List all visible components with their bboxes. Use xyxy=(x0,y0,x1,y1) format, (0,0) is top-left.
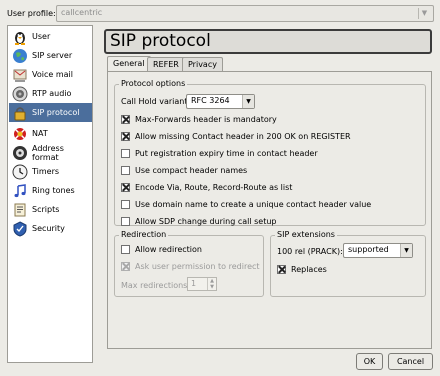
sidebar-item-voice-mail[interactable]: Voice mail xyxy=(9,65,92,84)
protocol-options-group: Protocol options Call Hold variant: RFC … xyxy=(114,79,426,226)
call-hold-label: Call Hold variant: xyxy=(121,97,191,106)
voicemail-icon xyxy=(11,66,28,83)
sidebar-item-label: SIP protocol xyxy=(32,108,80,117)
sidebar-item-label: SIP server xyxy=(32,51,73,60)
sdp-change-checkbox[interactable]: Allow SDP change during call setup xyxy=(121,217,277,226)
checkbox-label: Use domain name to create a unique conta… xyxy=(135,200,372,209)
sidebar-item-security[interactable]: Security xyxy=(9,219,92,238)
clock-icon xyxy=(11,163,28,180)
checkbox-box xyxy=(121,262,130,271)
checkbox-box xyxy=(121,200,130,209)
checkbox-box xyxy=(121,149,130,158)
globe-icon xyxy=(11,47,28,64)
tab-privacy[interactable]: Privacy xyxy=(182,57,223,72)
missing-contact-checkbox[interactable]: Allow missing Contact header in 200 OK o… xyxy=(121,132,351,141)
tab-label: General xyxy=(113,59,145,68)
general-tab-page: Protocol options Call Hold variant: RFC … xyxy=(107,71,432,349)
replaces-checkbox[interactable]: Replaces xyxy=(277,265,327,274)
max-redirections-value: 1 xyxy=(191,279,197,288)
checkbox-box xyxy=(121,217,130,226)
checkbox-label: Replaces xyxy=(291,265,327,274)
checkbox-label: Allow missing Contact header in 200 OK o… xyxy=(135,132,351,141)
shield-icon xyxy=(11,220,28,237)
sidebar-item-user[interactable]: User xyxy=(9,27,92,46)
sidebar-item-label: Address format xyxy=(32,143,64,162)
checkbox-label: Use compact header names xyxy=(135,166,248,175)
sidebar-item-label: Voice mail xyxy=(32,70,73,79)
max-redirections-spinbox[interactable]: 1 ▲ ▼ xyxy=(187,277,217,291)
sidebar-item-label: Timers xyxy=(32,167,60,176)
checkbox-box xyxy=(121,115,130,124)
compact-headers-checkbox[interactable]: Use compact header names xyxy=(121,166,247,175)
sidebar-item-label: Security xyxy=(32,224,65,233)
redirection-group: Redirection Allow redirection Ask user p… xyxy=(114,230,264,297)
sidebar-item-sip-protocol[interactable]: SIP protocol xyxy=(9,103,92,122)
tab-general[interactable]: General xyxy=(107,56,151,72)
chevron-down-icon: ▼ xyxy=(400,244,412,257)
nat-icon xyxy=(11,125,28,142)
tab-refer[interactable]: REFER xyxy=(147,57,185,72)
spin-arrows-icon: ▲ ▼ xyxy=(207,278,216,290)
music-note-icon xyxy=(11,182,28,199)
user-profile-combo[interactable]: callcentric ▼ xyxy=(56,5,434,22)
tab-label: Privacy xyxy=(188,60,217,69)
user-icon xyxy=(11,28,28,45)
chevron-down-icon: ▼ xyxy=(418,8,430,19)
checkbox-box xyxy=(121,166,130,175)
protocol-options-title: Protocol options xyxy=(119,79,188,88)
checkbox-label: Allow redirection xyxy=(135,245,202,254)
encode-via-list-checkbox[interactable]: Encode Via, Route, Record-Route as list xyxy=(121,183,292,192)
checkbox-label: Encode Via, Route, Record-Route as list xyxy=(135,183,293,192)
max-redirections-label: Max redirections: xyxy=(121,281,191,290)
page-title: SIP protocol xyxy=(104,29,432,54)
checkbox-label: Put registration expiry time in contact … xyxy=(135,149,318,158)
sidebar-item-label: RTP audio xyxy=(32,89,72,98)
chevron-down-icon: ▼ xyxy=(242,95,254,108)
checkbox-label: Ask user permission to redirect xyxy=(135,262,260,271)
domain-name-contact-checkbox[interactable]: Use domain name to create a unique conta… xyxy=(121,200,371,209)
category-sidebar: User SIP server Voice mail RTP audio SIP… xyxy=(7,25,93,363)
cancel-button[interactable]: Cancel xyxy=(388,353,433,370)
sidebar-item-label: Ring tones xyxy=(32,186,75,195)
sidebar-item-sip-server[interactable]: SIP server xyxy=(9,46,92,65)
max-forwards-checkbox[interactable]: Max-Forwards header is mandatory xyxy=(121,115,277,124)
sidebar-item-ring-tones[interactable]: Ring tones xyxy=(9,181,92,200)
script-icon xyxy=(11,201,28,218)
sidebar-item-nat[interactable]: NAT xyxy=(9,124,92,143)
checkbox-box xyxy=(121,132,130,141)
user-profile-label: User profile: xyxy=(7,9,56,18)
sidebar-item-timers[interactable]: Timers xyxy=(9,162,92,181)
sidebar-item-label: Scripts xyxy=(32,205,60,214)
checkbox-label: Max-Forwards header is mandatory xyxy=(135,115,277,124)
sidebar-item-scripts[interactable]: Scripts xyxy=(9,200,92,219)
phone-icon xyxy=(11,144,28,161)
sip-extensions-group: SIP extensions 100 rel (PRACK): supporte… xyxy=(270,230,426,297)
checkbox-box xyxy=(277,265,286,274)
registration-expiry-checkbox[interactable]: Put registration expiry time in contact … xyxy=(121,149,318,158)
checkbox-box xyxy=(121,245,130,254)
checkbox-box xyxy=(121,183,130,192)
rel-prack-label: 100 rel (PRACK): xyxy=(277,247,343,256)
rel-prack-select[interactable]: supported ▼ xyxy=(343,243,413,258)
user-profile-value: callcentric xyxy=(61,8,103,17)
redirection-title: Redirection xyxy=(119,230,169,239)
ok-button[interactable]: OK xyxy=(356,353,383,370)
rel-prack-value: supported xyxy=(348,245,389,254)
ask-permission-checkbox[interactable]: Ask user permission to redirect xyxy=(121,262,260,271)
sidebar-item-address-format[interactable]: Address format xyxy=(9,143,92,162)
call-hold-value: RFC 3264 xyxy=(191,96,230,105)
tab-label: REFER xyxy=(153,60,179,69)
sidebar-item-label: NAT xyxy=(32,129,48,138)
checkbox-label: Allow SDP change during call setup xyxy=(135,217,277,226)
lock-icon xyxy=(11,104,28,121)
allow-redirection-checkbox[interactable]: Allow redirection xyxy=(121,245,202,254)
sip-extensions-title: SIP extensions xyxy=(275,230,337,239)
sidebar-item-rtp-audio[interactable]: RTP audio xyxy=(9,84,92,103)
sidebar-item-label: User xyxy=(32,32,51,41)
speaker-icon xyxy=(11,85,28,102)
call-hold-select[interactable]: RFC 3264 ▼ xyxy=(186,94,255,109)
